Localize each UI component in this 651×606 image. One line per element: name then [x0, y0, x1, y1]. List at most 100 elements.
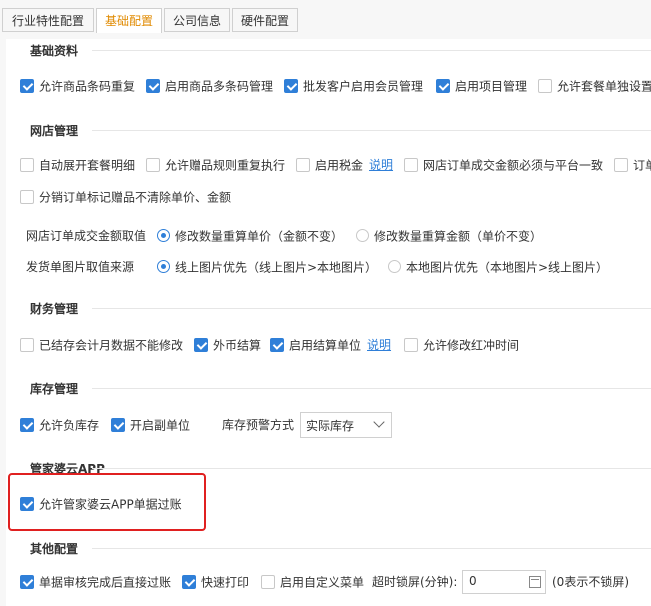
option-label: 订单: [633, 158, 651, 173]
section-title: 库存管理: [30, 382, 79, 396]
chevron-down-icon: [373, 416, 385, 428]
option-label: 分销订单标记赠品不清除单价、金额: [39, 190, 232, 205]
checkbox[interactable]: [436, 78, 450, 93]
option-label: 启用项目管理: [455, 79, 528, 94]
tax-help-link[interactable]: 说明: [369, 158, 393, 172]
option-multi-barcode[interactable]: 启用商品多条码管理: [146, 77, 273, 95]
option-label: 已结存会计月数据不能修改: [39, 338, 184, 353]
option-closed-month-locked[interactable]: 已结存会计月数据不能修改: [20, 336, 183, 354]
section-title: 财务管理: [30, 302, 79, 316]
section-title: 其他配置: [30, 542, 79, 556]
option-label: 外币结算: [213, 338, 262, 353]
lock-screen-label: 超时锁屏(分钟):: [372, 575, 458, 589]
option-quick-print[interactable]: 快速打印: [182, 573, 249, 591]
option-amount-match-platform[interactable]: 网店订单成交金额必须与平台一致: [404, 156, 603, 174]
option-gift-rule-repeat[interactable]: 允许赠品规则重复执行: [146, 156, 285, 174]
section-title: 基础资料: [30, 44, 79, 58]
option-custom-menu[interactable]: 启用自定义菜单: [261, 573, 364, 591]
lock-screen-input[interactable]: 0: [462, 570, 546, 594]
option-label: 启用自定义菜单: [280, 575, 365, 590]
input-value: 0: [469, 574, 477, 588]
checkbox[interactable]: [404, 337, 418, 352]
settlement-help-link[interactable]: 说明: [367, 338, 391, 352]
checkbox[interactable]: [20, 337, 34, 352]
checkbox[interactable]: [296, 157, 310, 172]
option-label: 快速打印: [201, 575, 250, 590]
option-label: 单据审核完成后直接过账: [39, 575, 172, 590]
option-label: 允许负库存: [39, 418, 100, 433]
divider: [92, 388, 651, 389]
checkbox[interactable]: [20, 417, 34, 432]
option-label: 允许赠品规则重复执行: [165, 158, 286, 173]
checkbox[interactable]: [614, 157, 628, 172]
checkbox[interactable]: [284, 78, 298, 93]
section-shop-management: 网店管理 自动展开套餐明细 允许赠品规则重复执行 启用税金 说明 网店订单成交金额…: [6, 119, 651, 297]
section-inventory-management: 库存管理 允许负库存 开启副单位 库存预警方式 实际库存: [6, 377, 651, 457]
radio-recalc-price[interactable]: 修改数量重算单价（金额不变）: [157, 227, 343, 245]
calendar-icon[interactable]: [529, 576, 541, 588]
option-enable-tax[interactable]: 启用税金 说明: [296, 156, 393, 174]
checkbox[interactable]: [146, 78, 160, 93]
checkbox[interactable]: [538, 78, 552, 93]
option-label: 自动展开套餐明细: [39, 158, 136, 173]
option-label: 启用商品多条码管理: [165, 79, 274, 94]
checkbox[interactable]: [20, 157, 34, 172]
radio-button[interactable]: [157, 229, 170, 242]
select-value: 实际库存: [306, 419, 355, 433]
option-label: 允许套餐单独设置: [557, 79, 651, 94]
checkbox[interactable]: [20, 78, 34, 93]
radio-button[interactable]: [388, 260, 401, 273]
divider: [92, 548, 651, 549]
option-label: 批发客户启用会员管理: [303, 79, 424, 94]
option-project-management[interactable]: 启用项目管理: [436, 77, 527, 95]
option-order-truncated[interactable]: 订单: [614, 156, 651, 174]
option-label: 启用结算单位: [289, 338, 362, 353]
tab-industry-config[interactable]: 行业特性配置: [2, 8, 94, 32]
tab-hardware-config[interactable]: 硬件配置: [232, 8, 298, 32]
option-label: 网店订单成交金额必须与平台一致: [423, 158, 604, 173]
checkbox[interactable]: [20, 574, 34, 589]
option-label: 启用税金: [315, 158, 364, 173]
option-distribution-gift-price[interactable]: 分销订单标记赠品不清除单价、金额: [20, 188, 231, 206]
checkbox[interactable]: [261, 574, 275, 589]
image-source-label: 发货单图片取值来源: [26, 260, 135, 274]
stock-warning-select[interactable]: 实际库存: [300, 412, 392, 438]
stock-warning-label: 库存预警方式: [222, 418, 295, 432]
option-allow-duplicate-barcode[interactable]: 允许商品条码重复: [20, 77, 135, 95]
checkbox[interactable]: [404, 157, 418, 172]
checkbox[interactable]: [182, 574, 196, 589]
checkbox[interactable]: [146, 157, 160, 172]
option-package-separate[interactable]: 允许套餐单独设置: [538, 77, 651, 95]
radio-online-image-first[interactable]: 线上图片优先（线上图片>本地图片）: [157, 258, 377, 276]
option-post-after-audit[interactable]: 单据审核完成后直接过账: [20, 573, 171, 591]
checkbox[interactable]: [20, 189, 34, 204]
option-label: 线上图片优先（线上图片>本地图片）: [175, 260, 378, 275]
amount-source-label: 网店订单成交金额取值: [26, 229, 147, 243]
radio-button[interactable]: [157, 260, 170, 273]
divider: [92, 130, 651, 131]
option-label: 本地图片优先（本地图片>线上图片）: [406, 260, 609, 275]
divider: [92, 468, 651, 469]
tab-basic-config[interactable]: 基础配置: [96, 8, 162, 34]
section-basic-data: 基础资料 允许商品条码重复 启用商品多条码管理 批发客户启用会员管理 启用项目管…: [6, 39, 651, 119]
option-settlement-unit[interactable]: 启用结算单位 说明: [270, 336, 391, 354]
radio-local-image-first[interactable]: 本地图片优先（本地图片>线上图片）: [388, 258, 608, 276]
radio-button[interactable]: [356, 229, 369, 242]
lock-screen-hint: (0表示不锁屏): [552, 575, 629, 589]
tab-company-info[interactable]: 公司信息: [164, 8, 230, 32]
option-expand-package[interactable]: 自动展开套餐明细: [20, 156, 135, 174]
section-other-config: 其他配置 单据审核完成后直接过账 快速打印 启用自定义菜单 超时锁屏(分钟): …: [6, 537, 651, 606]
option-wholesale-member[interactable]: 批发客户启用会员管理: [284, 77, 423, 95]
section-title: 网店管理: [30, 124, 79, 138]
option-secondary-unit[interactable]: 开启副单位: [111, 416, 190, 434]
radio-recalc-amount[interactable]: 修改数量重算金额（单价不变）: [356, 227, 542, 245]
checkbox[interactable]: [194, 337, 208, 352]
option-edit-reversal-time[interactable]: 允许修改红冲时间: [404, 336, 519, 354]
option-label: 允许修改红冲时间: [423, 338, 520, 353]
option-label: 开启副单位: [130, 418, 191, 433]
checkbox[interactable]: [111, 417, 125, 432]
option-foreign-currency[interactable]: 外币结算: [194, 336, 261, 354]
option-allow-negative-stock[interactable]: 允许负库存: [20, 416, 99, 434]
divider: [92, 308, 651, 309]
checkbox[interactable]: [270, 337, 284, 352]
